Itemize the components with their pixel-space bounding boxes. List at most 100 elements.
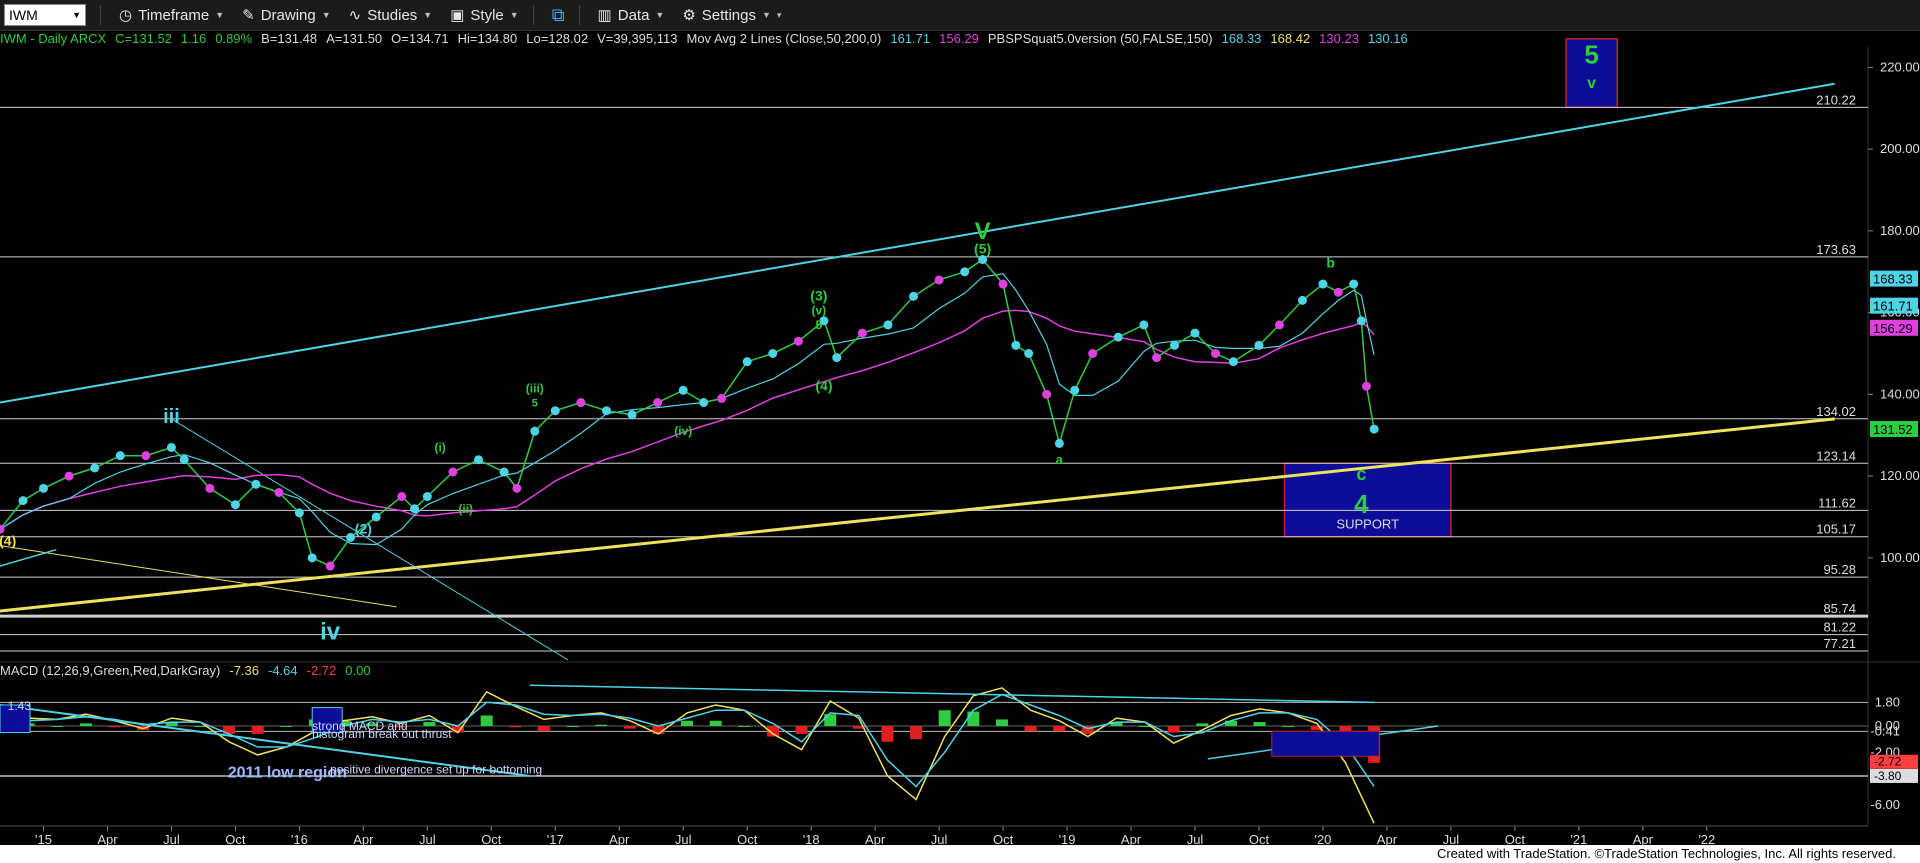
macd-line-signal bbox=[0, 693, 1375, 788]
wave-label: (iv) bbox=[674, 424, 692, 438]
macd-tick-label: -0.41 bbox=[1870, 723, 1900, 738]
price-marker bbox=[397, 492, 407, 502]
footer-text: Created with TradeStation. ©TradeStation… bbox=[1436, 846, 1896, 861]
price-marker bbox=[1210, 349, 1220, 358]
price-marker bbox=[576, 398, 586, 408]
legend-item: Lo=128.02 bbox=[526, 31, 589, 46]
macd-histogram-bar bbox=[51, 726, 64, 727]
macd-histogram-bar bbox=[1196, 723, 1209, 726]
macd-legend-item: 0.00 bbox=[345, 663, 371, 678]
ma-50-line bbox=[0, 273, 1375, 546]
price-marker bbox=[1070, 385, 1080, 395]
price-marker bbox=[1318, 279, 1328, 289]
price-tick-label: 180.00 bbox=[1880, 223, 1920, 238]
macd-histogram-bar bbox=[108, 726, 121, 728]
macd-tick-label: 1.80 bbox=[1875, 694, 1900, 709]
wave-label: a bbox=[1056, 452, 1064, 467]
wave-label: 5 bbox=[816, 318, 823, 332]
macd-annotation: histogram break out thrust bbox=[312, 727, 452, 741]
price-marker bbox=[1297, 295, 1307, 305]
macd-histogram-bar bbox=[795, 726, 808, 734]
price-marker bbox=[1274, 320, 1284, 330]
price-marker bbox=[371, 512, 381, 522]
price-marker bbox=[1190, 328, 1200, 338]
wave-label: c bbox=[1356, 464, 1366, 484]
price-marker bbox=[768, 349, 778, 358]
wave-label: iii bbox=[163, 406, 180, 428]
macd-histogram-bar bbox=[738, 726, 751, 727]
price-flag-label: 168.33 bbox=[1873, 272, 1913, 287]
price-tick-label: 100.00 bbox=[1880, 550, 1920, 565]
macd-histogram-bar bbox=[1024, 726, 1037, 732]
price-marker bbox=[699, 398, 709, 408]
price-marker bbox=[1024, 349, 1034, 358]
wave-label: iv bbox=[320, 619, 341, 646]
price-marker bbox=[678, 385, 688, 395]
price-marker bbox=[883, 320, 893, 330]
price-marker bbox=[1254, 340, 1264, 350]
macd-histogram-bar bbox=[509, 726, 522, 728]
price-marker bbox=[179, 455, 189, 465]
price-marker bbox=[1054, 438, 1064, 448]
macd-trendline bbox=[529, 684, 1375, 704]
macd-histogram-bar bbox=[1253, 722, 1266, 726]
macd-annotation: 2011 low region bbox=[228, 764, 347, 781]
legend-item: O=134.71 bbox=[391, 31, 449, 46]
price-marker bbox=[793, 336, 803, 346]
level-label: 81.22 bbox=[1823, 620, 1856, 635]
price-marker bbox=[742, 357, 752, 367]
price-marker bbox=[422, 492, 432, 502]
channel-line bbox=[0, 548, 57, 567]
macd-histogram-bar bbox=[1167, 726, 1180, 733]
macd-histogram-bar bbox=[709, 720, 722, 726]
wave-label: (4) bbox=[815, 377, 832, 393]
macd-histogram-bar bbox=[938, 710, 951, 726]
macd-legend-item: -4.64 bbox=[268, 663, 298, 678]
channel-line bbox=[171, 418, 569, 661]
legend-item: 156.29 bbox=[939, 31, 979, 46]
wave-label: 5 bbox=[1584, 39, 1598, 69]
price-tick-label: 120.00 bbox=[1880, 468, 1920, 483]
price-marker bbox=[601, 406, 611, 416]
macd-histogram-bar bbox=[595, 724, 608, 726]
macd-histogram-bar bbox=[423, 722, 436, 726]
legend-item: C=131.52 bbox=[115, 31, 172, 46]
price-marker bbox=[1356, 316, 1366, 326]
price-tick-label: 220.00 bbox=[1880, 59, 1920, 74]
price-marker bbox=[512, 483, 522, 493]
macd-annotation: 1.43 bbox=[8, 699, 32, 713]
price-marker bbox=[499, 467, 509, 477]
price-marker bbox=[1361, 381, 1371, 391]
price-marker bbox=[909, 291, 919, 301]
price-marker bbox=[1152, 353, 1162, 363]
macd-legend-item: MACD (12,26,9,Green,Red,DarkGray) bbox=[0, 663, 221, 678]
legend-item: Mov Avg 2 Lines (Close,50,200,0) bbox=[686, 31, 882, 46]
price-marker bbox=[653, 398, 663, 408]
macd-histogram-bar bbox=[967, 711, 980, 726]
support-label: SUPPORT bbox=[1336, 517, 1399, 532]
macd-flag-label: -2.72 bbox=[1874, 755, 1902, 769]
price-chart[interactable]: SUPPORT 210.22 173.63 134.02 123.14 111.62 105… bbox=[0, 0, 1920, 863]
wave-label: (2) bbox=[355, 520, 372, 536]
wave-label: (ii) bbox=[458, 502, 473, 516]
macd-histogram-bar bbox=[79, 723, 92, 726]
wave-label: 4 bbox=[1354, 489, 1369, 519]
macd-histogram-bar bbox=[1224, 720, 1237, 726]
level-label: 77.21 bbox=[1823, 636, 1856, 651]
legend-item: 130.23 bbox=[1319, 31, 1359, 46]
legend-item: 168.42 bbox=[1270, 31, 1311, 46]
wave-label: (4) bbox=[0, 533, 16, 549]
price-line bbox=[0, 258, 1375, 567]
price-marker bbox=[410, 504, 420, 514]
price-marker bbox=[205, 483, 215, 493]
price-marker bbox=[960, 267, 970, 277]
price-marker bbox=[550, 406, 560, 416]
footer: Created with TradeStation. ©TradeStation… bbox=[0, 845, 1920, 863]
wave-label: (3) bbox=[810, 287, 827, 303]
ma-200-line bbox=[0, 309, 1375, 530]
legend-item: PBSPSquat5.0version (50,FALSE,150) bbox=[987, 31, 1213, 46]
price-marker bbox=[251, 479, 261, 489]
price-marker bbox=[115, 451, 125, 461]
macd-histogram-bar bbox=[480, 715, 493, 726]
price-marker bbox=[832, 353, 842, 363]
